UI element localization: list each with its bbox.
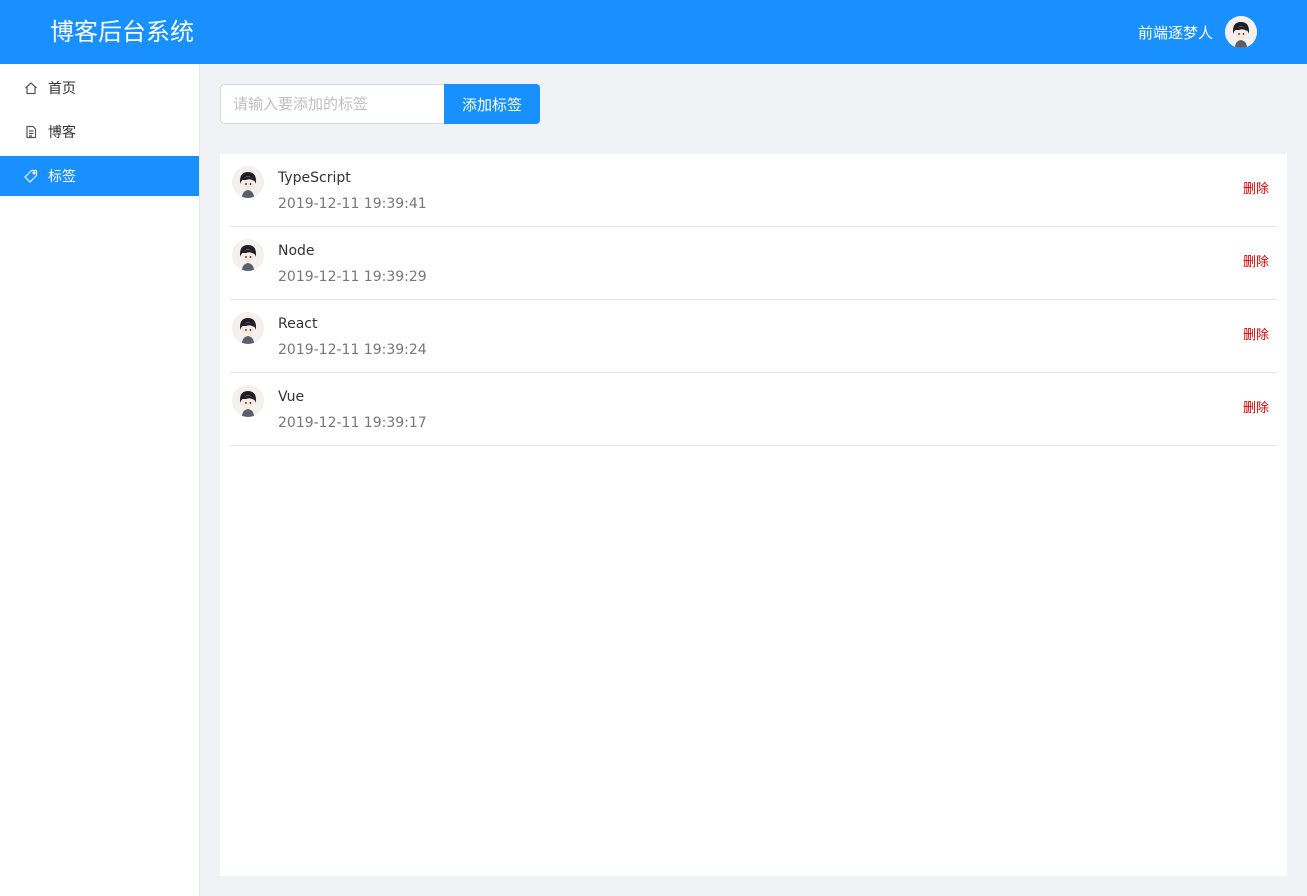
tag-time: 2019-12-11 19:39:17 xyxy=(278,415,427,431)
add-tag-button[interactable]: 添加标签 xyxy=(444,84,540,124)
user-avatar[interactable] xyxy=(1225,16,1257,48)
sidebar-item-blog[interactable]: 博客 xyxy=(0,112,199,152)
delete-button[interactable]: 删除 xyxy=(1243,328,1269,344)
sidebar-item-home[interactable]: 首页 xyxy=(0,68,199,108)
list-item: Vue 2019-12-11 19:39:17 删除 xyxy=(230,373,1277,446)
tag-name: Node xyxy=(278,243,315,259)
tag-avatar xyxy=(232,166,264,198)
list-item: React 2019-12-11 19:39:24 删除 xyxy=(230,300,1277,373)
tag-name: React xyxy=(278,316,318,332)
delete-button[interactable]: 删除 xyxy=(1243,255,1269,271)
tag-name: TypeScript xyxy=(278,170,351,186)
sidebar-item-label: 博客 xyxy=(48,125,76,141)
file-icon xyxy=(24,125,38,139)
home-icon xyxy=(24,81,38,95)
sidebar-item-label: 标签 xyxy=(48,169,76,185)
list-item: Node 2019-12-11 19:39:29 删除 xyxy=(230,227,1277,300)
sidebar-item-tags[interactable]: 标签 xyxy=(0,156,199,196)
tag-time: 2019-12-11 19:39:29 xyxy=(278,269,427,285)
tag-input[interactable] xyxy=(220,84,444,124)
tag-list: TypeScript 2019-12-11 19:39:41 删除 Node 2… xyxy=(220,154,1287,876)
username[interactable]: 前端逐梦人 xyxy=(1138,22,1213,43)
tag-avatar xyxy=(232,385,264,417)
tag-avatar xyxy=(232,239,264,271)
delete-button[interactable]: 删除 xyxy=(1243,182,1269,198)
delete-button[interactable]: 删除 xyxy=(1243,401,1269,417)
tag-time: 2019-12-11 19:39:41 xyxy=(278,196,427,212)
tag-icon xyxy=(24,169,38,183)
sidebar: 首页 博客 标签 xyxy=(0,64,200,896)
app-title: 博客后台系统 xyxy=(50,18,194,46)
sidebar-item-label: 首页 xyxy=(48,81,76,97)
list-item: TypeScript 2019-12-11 19:39:41 删除 xyxy=(230,154,1277,227)
user-menu[interactable]: 前端逐梦人 xyxy=(1138,16,1257,48)
tag-name: Vue xyxy=(278,389,305,405)
top-header: 博客后台系统 前端逐梦人 xyxy=(0,0,1307,64)
tag-avatar xyxy=(232,312,264,344)
tag-time: 2019-12-11 19:39:24 xyxy=(278,342,427,358)
add-tag-toolbar: 添加标签 xyxy=(220,84,540,124)
